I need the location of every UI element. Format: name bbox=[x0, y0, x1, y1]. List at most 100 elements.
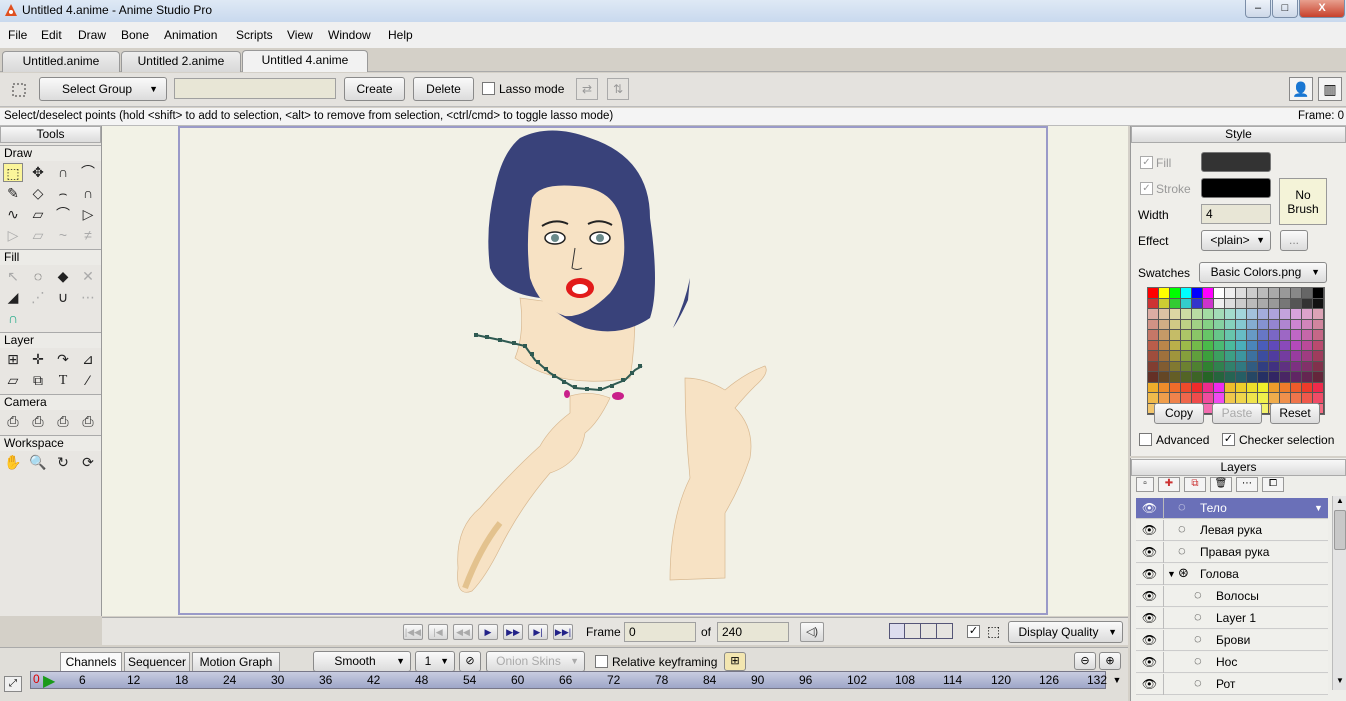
swatch-palette[interactable] bbox=[1147, 287, 1325, 415]
layer-row[interactable]: 👁 ◌ Нос bbox=[1136, 652, 1328, 673]
translate-points-tool-icon[interactable]: ✥ bbox=[28, 163, 48, 182]
create-shape-tool-icon[interactable]: ◌ bbox=[28, 267, 48, 286]
swatches-dropdown[interactable]: Basic Colors.png ▼ bbox=[1199, 262, 1327, 283]
hand-tool-icon[interactable]: ✋ bbox=[3, 453, 23, 472]
eyedropper-tool-icon[interactable]: ⁄ bbox=[78, 371, 98, 390]
delete-edge-tool-icon[interactable]: ✕ bbox=[78, 267, 98, 286]
scroll-thumb[interactable] bbox=[1334, 510, 1346, 550]
create-button[interactable]: Create bbox=[344, 77, 405, 101]
scale-points-tool-icon[interactable]: ∩ bbox=[53, 163, 73, 182]
set-origin-tool-icon[interactable]: ⊞ bbox=[3, 350, 23, 369]
zoom-in-icon[interactable]: ⊕ bbox=[1099, 652, 1121, 670]
tab-sequencer[interactable]: Sequencer bbox=[124, 652, 190, 673]
layer-row[interactable]: 👁 ◌ Волосы bbox=[1136, 586, 1328, 607]
orbit-workspace-tool-icon[interactable]: ⟳ bbox=[78, 453, 98, 472]
tab-untitled-4[interactable]: Untitled 4.anime bbox=[242, 50, 368, 72]
layer-menu-icon[interactable]: ▼ bbox=[1314, 503, 1323, 513]
stroke-color-swatch[interactable] bbox=[1201, 178, 1271, 198]
new-layer-menu-icon[interactable]: ✚ bbox=[1158, 477, 1180, 492]
rewind-icon[interactable]: |◀◀ bbox=[403, 624, 423, 640]
menu-edit[interactable]: Edit bbox=[41, 28, 62, 42]
flip-vertical-icon[interactable]: ⇅ bbox=[607, 78, 629, 100]
sound-icon[interactable]: ◁) bbox=[800, 622, 824, 642]
copy-button[interactable]: Copy bbox=[1154, 403, 1204, 424]
lock-keys-icon[interactable]: ⊞ bbox=[724, 652, 746, 671]
onion-skin-toggle-icon[interactable]: ⊘ bbox=[459, 651, 481, 672]
add-point-tool-icon[interactable]: ✎ bbox=[3, 184, 23, 203]
fast-forward-icon[interactable]: ▶▶| bbox=[553, 624, 573, 640]
reset-button[interactable]: Reset bbox=[1270, 403, 1320, 424]
maximize-button[interactable]: □ bbox=[1272, 0, 1298, 18]
close-button[interactable]: X bbox=[1299, 0, 1345, 18]
pan-tilt-camera-tool-icon[interactable]: ⎙ bbox=[78, 412, 98, 431]
width-field[interactable]: 4 bbox=[1201, 204, 1271, 224]
menu-animation[interactable]: Animation bbox=[164, 28, 217, 42]
select-group-dropdown[interactable]: Select Group ▼ bbox=[39, 77, 167, 101]
switch-layer-tool-icon[interactable]: ⧉ bbox=[28, 371, 48, 390]
layer-row[interactable]: 👁 ◌ Layer 1 bbox=[1136, 608, 1328, 629]
tab-untitled[interactable]: Untitled.anime bbox=[2, 51, 120, 72]
paste-button[interactable]: Paste bbox=[1212, 403, 1262, 424]
freehand-tool-icon[interactable]: ∿ bbox=[3, 205, 23, 224]
layer-row[interactable]: 👁 ◌ Брови bbox=[1136, 630, 1328, 651]
onion-skins-dropdown[interactable]: Onion Skins ▼ bbox=[486, 651, 585, 672]
select-points-tool-icon[interactable]: ⬚ bbox=[3, 163, 23, 182]
zoom-camera-tool-icon[interactable]: ⎙ bbox=[28, 412, 48, 431]
expand-group-icon[interactable]: ▼ bbox=[1167, 569, 1176, 579]
interpolation-cycle-dropdown[interactable]: 1 ▼ bbox=[415, 651, 455, 672]
menu-scripts[interactable]: Scripts bbox=[236, 28, 273, 42]
insert-text-tool-icon[interactable]: T bbox=[53, 371, 73, 390]
width-tool-icon[interactable]: ≠ bbox=[78, 226, 98, 245]
fill-color-swatch[interactable] bbox=[1201, 152, 1271, 172]
expand-timeline-icon[interactable]: ⤢ bbox=[4, 676, 22, 692]
rotate-layer-tool-icon[interactable]: ↷ bbox=[53, 350, 73, 369]
layer-settings-icon[interactable]: ⋯ bbox=[1236, 477, 1258, 492]
drawing-canvas[interactable] bbox=[180, 128, 1046, 613]
visibility-eye-icon[interactable]: 👁 bbox=[1136, 630, 1164, 651]
character-wizard-icon[interactable]: 👤 bbox=[1289, 77, 1313, 101]
total-frames-field[interactable]: 240 bbox=[717, 622, 789, 642]
fill-checkbox[interactable]: ✓ bbox=[1140, 156, 1153, 169]
effect-more-button[interactable]: ... bbox=[1280, 230, 1308, 251]
no-brush-button[interactable]: No Brush bbox=[1279, 178, 1327, 225]
step-back-icon[interactable]: ◀◀ bbox=[453, 624, 473, 640]
rotate-workspace-tool-icon[interactable]: ↻ bbox=[53, 453, 73, 472]
layer-row[interactable]: 👁 ◌ Рот bbox=[1136, 674, 1328, 695]
play-icon[interactable]: ▶ bbox=[478, 624, 498, 640]
library-icon[interactable]: ▥ bbox=[1318, 77, 1342, 101]
tab-channels[interactable]: Channels bbox=[60, 652, 122, 673]
flip-horizontal-icon[interactable]: ⇄ bbox=[576, 78, 598, 100]
blend-tool-icon[interactable]: ~ bbox=[53, 226, 73, 245]
split-horizontal-icon[interactable] bbox=[922, 624, 937, 638]
eraser-tool-icon[interactable]: ▱ bbox=[28, 205, 48, 224]
interpolation-dropdown[interactable]: Smooth ▼ bbox=[313, 651, 411, 672]
menu-file[interactable]: File bbox=[8, 28, 27, 42]
relative-keyframing-checkbox[interactable] bbox=[595, 655, 608, 668]
duplicate-layer-icon[interactable]: ⧉ bbox=[1184, 477, 1206, 492]
line-width-tool-icon[interactable]: ◢ bbox=[3, 288, 23, 307]
zoom-workspace-tool-icon[interactable]: 🔍 bbox=[28, 453, 48, 472]
layer-row[interactable]: 👁 ◌ Левая рука bbox=[1136, 520, 1328, 541]
visibility-eye-icon[interactable]: 👁 bbox=[1136, 608, 1164, 629]
group-name-field[interactable] bbox=[174, 78, 336, 99]
noise-tool-icon[interactable]: ▱ bbox=[28, 226, 48, 245]
delete-button[interactable]: Delete bbox=[413, 77, 474, 101]
magnet-tool-icon[interactable]: ∩ bbox=[78, 184, 98, 203]
curve-profile-tool-icon[interactable]: ⋯ bbox=[78, 288, 98, 307]
select-shape-tool-icon[interactable]: ↖ bbox=[3, 267, 23, 286]
translate-layer-tool-icon[interactable]: ✛ bbox=[28, 350, 48, 369]
delete-layer-icon[interactable]: 🗑 bbox=[1210, 477, 1232, 492]
checker-selection-checkbox[interactable]: ✓ bbox=[1222, 433, 1235, 446]
layers-scrollbar[interactable]: ▲ ▼ bbox=[1332, 496, 1346, 690]
rotate-points-tool-icon[interactable]: ⌒ bbox=[78, 163, 98, 182]
single-view-icon[interactable] bbox=[890, 624, 905, 638]
playhead-marker[interactable]: 0 bbox=[33, 672, 40, 686]
frame-field[interactable]: 0 bbox=[624, 622, 696, 642]
visibility-eye-icon[interactable]: 👁 bbox=[1136, 542, 1164, 563]
visibility-eye-icon[interactable]: 👁 bbox=[1136, 520, 1164, 541]
advanced-checkbox[interactable] bbox=[1139, 433, 1152, 446]
menu-bone[interactable]: Bone bbox=[121, 28, 149, 42]
canvas-frame[interactable] bbox=[178, 126, 1048, 615]
visibility-eye-icon[interactable]: 👁 bbox=[1136, 586, 1164, 607]
layer-row[interactable]: 👁 ◌ Тело ▼ bbox=[1136, 498, 1328, 519]
